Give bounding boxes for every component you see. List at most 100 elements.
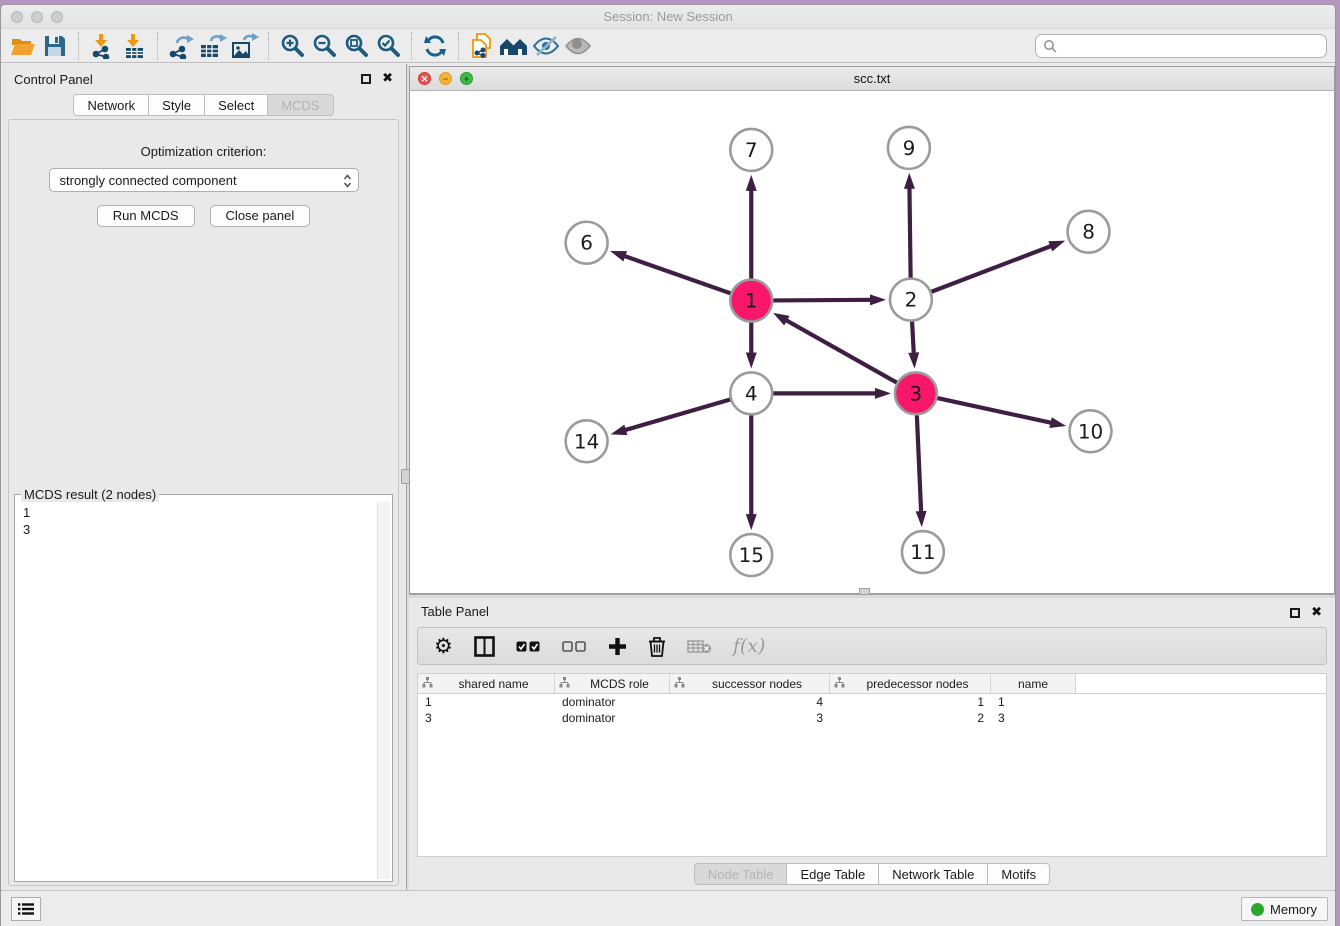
- export-image-icon[interactable]: [229, 31, 261, 61]
- table-panel-tabs: Node TableEdge TableNetwork TableMotifs: [409, 863, 1335, 885]
- graph-node-1[interactable]: 1: [730, 280, 772, 322]
- control-panel-title: Control Panel: [14, 72, 93, 87]
- graph-edge-3-10[interactable]: [937, 398, 1066, 428]
- run-mcds-button[interactable]: Run MCDS: [97, 205, 195, 227]
- graph-edge-4-3[interactable]: [773, 388, 891, 399]
- table-options-icon[interactable]: ⚙: [434, 633, 453, 659]
- graph-node-6[interactable]: 6: [566, 222, 608, 264]
- graph-node-9[interactable]: 9: [888, 127, 930, 169]
- frame-maximize-button[interactable]: +: [460, 72, 473, 85]
- close-panel-icon[interactable]: ✖: [382, 73, 393, 85]
- graph-node-10[interactable]: 10: [1070, 410, 1112, 452]
- add-row-icon[interactable]: [608, 633, 627, 659]
- graph-node-14[interactable]: 14: [566, 420, 608, 462]
- titlebar: Session: New Session: [1, 5, 1335, 29]
- graph-edge-2-8[interactable]: [931, 241, 1065, 292]
- table-body: 1dominator4113dominator323: [418, 694, 1326, 726]
- hide-selected-icon[interactable]: [530, 31, 562, 61]
- svg-text:11: 11: [910, 540, 935, 564]
- zoom-fit-icon[interactable]: [340, 31, 372, 61]
- graph-edge-1-7[interactable]: [746, 175, 757, 279]
- delete-table-icon[interactable]: [687, 633, 712, 659]
- result-scrollbar[interactable]: [377, 502, 390, 879]
- memory-label: Memory: [1270, 902, 1317, 917]
- graph-edge-4-15[interactable]: [746, 415, 757, 530]
- clone-network-icon[interactable]: [466, 31, 498, 61]
- zoom-out-icon[interactable]: [308, 31, 340, 61]
- close-table-panel-icon[interactable]: ✖: [1311, 607, 1322, 619]
- table-tab-motifs[interactable]: Motifs: [988, 863, 1050, 885]
- table-cell: 1: [418, 695, 555, 709]
- select-all-icon[interactable]: [516, 633, 541, 659]
- column-header-shared-name[interactable]: shared name: [418, 674, 555, 693]
- column-header-successor-nodes[interactable]: successor nodes: [670, 674, 830, 693]
- float-table-panel-icon[interactable]: [1290, 608, 1300, 618]
- table-tab-edge-table[interactable]: Edge Table: [787, 863, 879, 885]
- show-all-icon[interactable]: [562, 31, 594, 61]
- close-window-button[interactable]: [11, 11, 23, 23]
- table-tab-network-table[interactable]: Network Table: [879, 863, 988, 885]
- column-header-MCDS-role[interactable]: MCDS role: [555, 674, 670, 693]
- network-graph[interactable]: 7 9 6 8 1 2 4 3 14 10 15 11: [410, 92, 1334, 593]
- graph-edge-1-4[interactable]: [746, 323, 757, 369]
- graph-edge-2-3[interactable]: [908, 322, 919, 369]
- frame-minimize-button[interactable]: −: [439, 72, 452, 85]
- close-panel-button[interactable]: Close panel: [210, 205, 311, 227]
- graph-edge-1-2[interactable]: [773, 294, 886, 305]
- graph-edge-2-9[interactable]: [904, 173, 915, 278]
- show-columns-icon[interactable]: [474, 633, 495, 659]
- maximize-window-button[interactable]: [51, 11, 63, 23]
- import-table-icon[interactable]: [118, 31, 150, 61]
- criterion-select[interactable]: strongly connected component: [49, 168, 359, 192]
- graph-node-3[interactable]: 3: [895, 372, 937, 414]
- export-table-icon[interactable]: [197, 31, 229, 61]
- tab-network[interactable]: Network: [73, 94, 149, 116]
- function-builder-icon[interactable]: f(x): [733, 633, 766, 659]
- toolbar-separator: [458, 32, 459, 60]
- graph-edge-3-11[interactable]: [916, 415, 927, 527]
- tab-style[interactable]: Style: [149, 94, 205, 116]
- open-session-icon[interactable]: [7, 31, 39, 61]
- graph-node-4[interactable]: 4: [730, 372, 772, 414]
- table-row[interactable]: 3dominator323: [418, 710, 1326, 726]
- window-traffic-lights: [11, 11, 63, 23]
- graph-node-2[interactable]: 2: [890, 279, 932, 321]
- table-tab-node-table[interactable]: Node Table: [694, 863, 788, 885]
- table-cell: 3: [418, 711, 555, 725]
- search-box: [1035, 34, 1327, 58]
- graph-edge-3-1[interactable]: [773, 313, 897, 383]
- graph-node-7[interactable]: 7: [730, 129, 772, 171]
- export-network-icon[interactable]: [165, 31, 197, 61]
- column-header-name[interactable]: name: [991, 674, 1076, 693]
- network-canvas[interactable]: 7 9 6 8 1 2 4 3 14 10 15 11: [410, 92, 1334, 593]
- minimize-window-button[interactable]: [31, 11, 43, 23]
- graph-node-15[interactable]: 15: [730, 534, 772, 576]
- graph-node-11[interactable]: 11: [902, 531, 944, 573]
- graph-edge-1-6[interactable]: [610, 251, 730, 293]
- status-menu-button[interactable]: [11, 897, 41, 921]
- zoom-in-icon[interactable]: [276, 31, 308, 61]
- horizontal-splitter-handle[interactable]: [859, 588, 870, 595]
- delete-row-icon[interactable]: [648, 633, 666, 659]
- deselect-all-icon[interactable]: [562, 633, 587, 659]
- tab-mcds[interactable]: MCDS: [268, 94, 333, 116]
- tab-select[interactable]: Select: [205, 94, 268, 116]
- mcds-result-text[interactable]: 13: [17, 502, 377, 879]
- toolbar-separator: [78, 32, 79, 60]
- frame-close-button[interactable]: ✕: [418, 72, 431, 85]
- graph-edge-4-14[interactable]: [611, 400, 731, 436]
- memory-button[interactable]: Memory: [1241, 897, 1328, 921]
- refresh-icon[interactable]: [419, 31, 451, 61]
- first-neighbors-icon[interactable]: [498, 31, 530, 61]
- float-panel-icon[interactable]: [361, 74, 371, 84]
- zoom-selected-icon[interactable]: [372, 31, 404, 61]
- svg-text:4: 4: [745, 381, 758, 405]
- table-toolbar: ⚙ f(x): [417, 627, 1327, 665]
- save-session-icon[interactable]: [39, 31, 71, 61]
- column-header-predecessor-nodes[interactable]: predecessor nodes: [830, 674, 991, 693]
- graph-node-8[interactable]: 8: [1068, 211, 1110, 253]
- table-row[interactable]: 1dominator411: [418, 694, 1326, 710]
- import-network-icon[interactable]: [86, 31, 118, 61]
- search-input[interactable]: [1062, 39, 1319, 54]
- app-window: Session: New Session: [0, 4, 1336, 926]
